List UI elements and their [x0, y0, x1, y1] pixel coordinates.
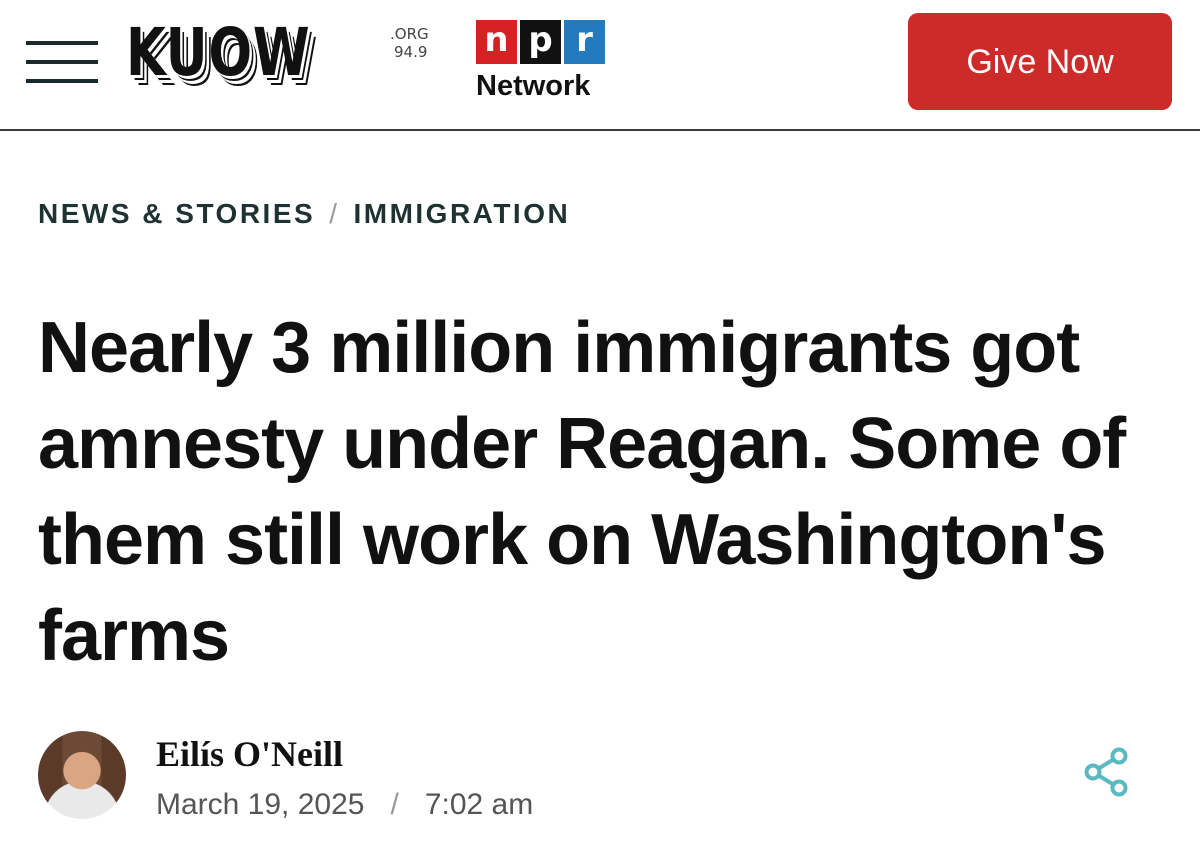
- breadcrumb-news-stories[interactable]: NEWS & STORIES: [38, 198, 315, 229]
- kuow-logo-text: KUOW: [126, 14, 311, 91]
- dateline-separator: /: [390, 788, 399, 821]
- publish-time: 7:02 am: [424, 788, 534, 821]
- npr-letter-p: p: [520, 20, 561, 64]
- npr-network-label: Network: [476, 70, 591, 102]
- breadcrumb-separator: /: [329, 198, 340, 229]
- author-name[interactable]: Eilís O'Neill: [156, 733, 343, 775]
- menu-bar: [26, 79, 98, 83]
- kuow-logo[interactable]: KUOW .ORG 94.9: [126, 14, 429, 106]
- menu-bar: [26, 60, 98, 64]
- kuow-logo-frequency: 94.9: [394, 43, 428, 61]
- breadcrumb-immigration[interactable]: IMMIGRATION: [353, 198, 570, 229]
- hamburger-menu-icon[interactable]: [26, 41, 98, 85]
- kuow-logo-domain: .ORG: [390, 25, 429, 43]
- breadcrumb: NEWS & STORIES / IMMIGRATION: [38, 198, 570, 238]
- give-now-button[interactable]: Give Now: [908, 13, 1172, 110]
- site-header: KUOW .ORG 94.9 n p r Network Give Now: [0, 0, 1200, 131]
- share-icon[interactable]: [1082, 747, 1130, 797]
- article-dateline: March 19, 2025 / 7:02 am: [156, 788, 533, 822]
- npr-network-logo[interactable]: n p r Network: [476, 20, 616, 110]
- npr-letter-r: r: [564, 20, 605, 64]
- npr-letter-n: n: [476, 20, 517, 64]
- author-avatar[interactable]: [38, 731, 126, 819]
- article-headline: Nearly 3 million immigrants got amnesty …: [38, 308, 1126, 676]
- menu-bar: [26, 41, 98, 45]
- publish-date: March 19, 2025: [156, 788, 365, 821]
- article-page: KUOW .ORG 94.9 n p r Network Give Now NE…: [0, 0, 1200, 868]
